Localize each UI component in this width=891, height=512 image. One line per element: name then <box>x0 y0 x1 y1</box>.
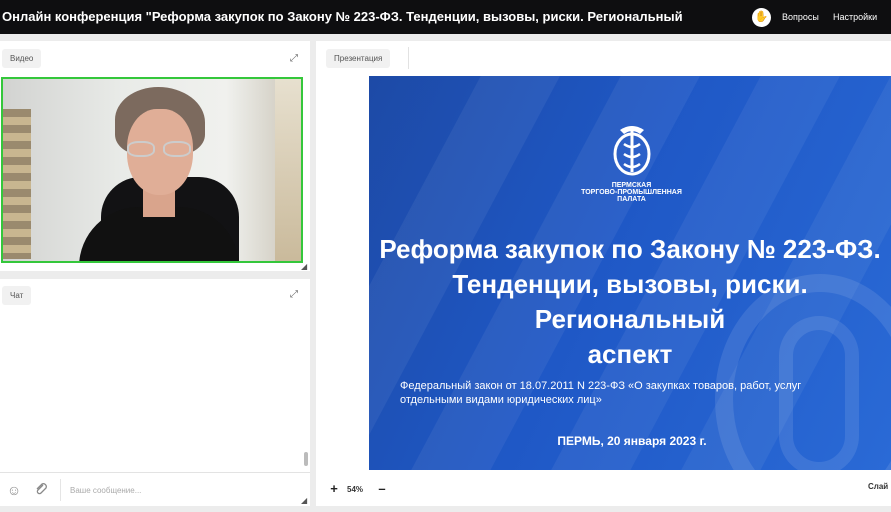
zoom-in-button[interactable]: + <box>328 481 340 496</box>
chamber-logo-icon <box>610 124 654 176</box>
conference-title: Онлайн конференция "Реформа закупок по З… <box>2 9 683 24</box>
paperclip-icon[interactable] <box>33 482 49 498</box>
chat-input-bar: ☺ <box>0 472 310 505</box>
settings-button[interactable]: Настройки <box>833 12 877 22</box>
expand-icon[interactable]: ⤢ <box>286 287 302 303</box>
raise-hand-button[interactable]: ✋ <box>752 8 771 27</box>
expand-icon[interactable]: ⤢ <box>286 51 302 67</box>
presentation-slide[interactable]: ПЕРМСКАЯ ТОРГОВО-ПРОМЫШЛЕННАЯ ПАЛАТА Реф… <box>369 76 891 470</box>
emoji-icon[interactable]: ☺ <box>6 482 22 498</box>
hand-icon: ✋ <box>754 11 769 23</box>
slide-title: Реформа закупок по Закону № 223-ФЗ. Тенд… <box>379 234 881 369</box>
questions-button[interactable]: Вопросы <box>782 12 819 22</box>
top-bar: Онлайн конференция "Реформа закупок по З… <box>0 0 891 34</box>
slide-subtitle: Федеральный закон от 18.07.2011 N 223-ФЗ… <box>400 380 802 406</box>
chat-panel-label: Чат <box>2 286 32 305</box>
video-stream[interactable] <box>1 77 303 263</box>
organization-name: ПЕРМСКАЯ ТОРГОВО-ПРОМЫШЛЕННАЯ ПАЛАТА <box>581 182 682 203</box>
zoom-out-button[interactable]: – <box>376 481 388 496</box>
chat-resize-grip-icon[interactable]: ◢ <box>301 497 309 505</box>
slide-date: ПЕРМЬ, 20 января 2023 г. <box>557 434 707 448</box>
chat-message-input[interactable] <box>70 481 295 499</box>
slides-button[interactable]: Слай <box>868 482 888 491</box>
zoom-level: 54% <box>347 485 364 494</box>
presentation-panel-label: Презентация <box>326 49 391 68</box>
chat-scrollbar[interactable] <box>304 452 308 466</box>
video-resize-grip-icon[interactable]: ◢ <box>301 263 309 271</box>
video-panel-label: Видео <box>2 49 42 68</box>
